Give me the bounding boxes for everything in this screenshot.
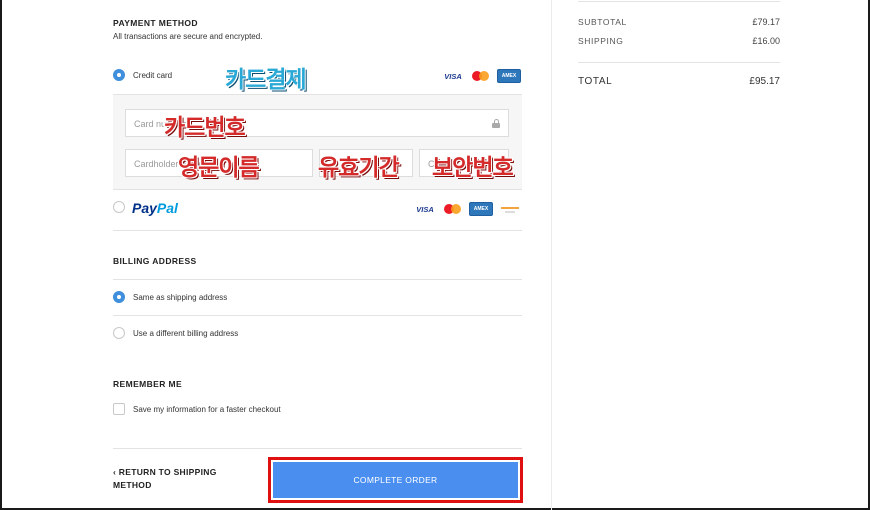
divider [113,315,522,316]
lock-icon [492,119,500,128]
divider [113,279,522,280]
annotation-security-code: 보안번호 [432,155,514,181]
different-address-label: Use a different billing address [133,329,239,338]
different-address-radio[interactable] [113,327,125,339]
complete-order-highlight: COMPLETE ORDER [268,457,523,503]
mastercard-logo [471,69,491,83]
subtotal-value: £79.17 [752,17,780,27]
paypal-logo-part-a: Pay [132,200,157,216]
divider [113,448,522,449]
payment-method-title: PAYMENT METHOD [113,18,198,28]
same-address-radio[interactable] [113,291,125,303]
summary-divider [578,1,780,2]
visa-logo: VISA [413,202,437,216]
credit-card-radio[interactable] [113,69,125,81]
annotation-card-payment: 카드결제 [225,67,307,93]
annotation-english-name: 영문이름 [178,155,260,181]
column-divider [551,0,552,510]
divider [113,230,522,231]
return-to-shipping-link[interactable]: ‹ RETURN TO SHIPPING METHOD [113,466,243,492]
amex-logo: AMEX [469,202,493,216]
shipping-value: £16.00 [752,36,780,46]
summary-divider [578,62,780,63]
total-label: TOTAL [578,76,613,87]
paypal-radio[interactable] [113,201,125,213]
remember-me-checkbox[interactable] [113,403,125,415]
window-frame [0,0,870,510]
billing-address-title: BILLING ADDRESS [113,256,197,266]
total-value: £95.17 [749,76,780,87]
complete-order-button[interactable]: COMPLETE ORDER [273,462,518,498]
paypal-logo: PayPal [132,200,178,216]
remember-me-title: REMEMBER ME [113,379,183,389]
payment-method-subtitle: All transactions are secure and encrypte… [113,32,263,41]
same-address-label: Same as shipping address [133,293,228,302]
shipping-label: SHIPPING [578,36,624,46]
mastercard-logo [443,202,463,216]
generic-card-logo [499,202,521,216]
visa-logo: VISA [441,69,465,83]
credit-card-label: Credit card [133,71,173,80]
remember-me-label: Save my information for a faster checkou… [133,405,281,414]
paypal-logo-part-b: Pal [156,200,178,216]
annotation-card-number: 카드번호 [164,115,246,141]
annotation-expiry: 유효기간 [318,155,400,181]
subtotal-label: SUBTOTAL [578,17,627,27]
amex-logo: AMEX [497,69,521,83]
